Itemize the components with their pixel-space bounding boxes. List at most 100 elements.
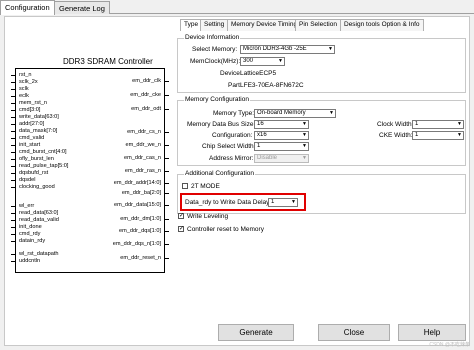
right-pin-label: em_ddr_clk bbox=[132, 78, 161, 84]
right-pin-label: em_ddr_reset_n bbox=[120, 255, 161, 261]
right-pin-label: em_ddr_dm[1:0] bbox=[120, 216, 161, 222]
pin-tick bbox=[164, 244, 169, 245]
chevron-down-icon: ▼ bbox=[328, 46, 333, 52]
left-pin-label: init_done bbox=[19, 224, 42, 230]
right-tab-setting[interactable]: Setting bbox=[200, 19, 229, 31]
pin-tick bbox=[11, 220, 16, 221]
right-pin-label: em_ddr_we_n bbox=[125, 142, 161, 148]
controller-block: rst_n sclk_2x sclk eclk mem_rst_n cmd[3:0] wri… bbox=[11, 68, 169, 273]
help-button[interactable]: Help bbox=[398, 324, 466, 341]
pin-tick bbox=[11, 75, 16, 76]
left-pin-label: datain_rdy bbox=[19, 238, 46, 244]
pin-tick bbox=[11, 180, 16, 181]
right-pin-label: em_ddr_ba[2:0] bbox=[121, 190, 161, 196]
part-value: LFE3-70EA-8FN672C bbox=[240, 82, 304, 89]
pin-tick bbox=[11, 103, 16, 104]
pin-tick bbox=[11, 110, 16, 111]
right-pin-label: em_ddr_data[15:0] bbox=[114, 202, 161, 208]
address-mirror-dropdown: Disable ▼ bbox=[254, 154, 309, 163]
pin-tick bbox=[11, 241, 16, 242]
delay-dropdown[interactable]: 1 ▼ bbox=[268, 198, 298, 207]
left-pin-label: ofly_burst_len bbox=[19, 156, 54, 162]
right-tab-timing[interactable]: Memory Device Timing bbox=[227, 19, 302, 31]
2t-mode-checkbox[interactable] bbox=[182, 183, 188, 189]
left-pin-label: dqsdel bbox=[19, 177, 36, 183]
chevron-down-icon: ▼ bbox=[302, 143, 307, 149]
pin-tick bbox=[11, 152, 16, 153]
left-pin-label: rst_n bbox=[19, 72, 32, 78]
memory-config-title: Memory Configuration bbox=[184, 96, 250, 103]
configuration-dropdown[interactable]: x16 ▼ bbox=[254, 131, 309, 140]
pin-tick bbox=[11, 187, 16, 188]
chevron-down-icon: ▼ bbox=[302, 132, 307, 138]
top-tabbar: Configuration Generate Log bbox=[0, 0, 474, 15]
left-pin-label: sclk bbox=[19, 86, 29, 92]
left-pin-label: cmd_valid bbox=[19, 135, 45, 141]
chip-select-dropdown[interactable]: 1 ▼ bbox=[254, 142, 309, 151]
pin-tick bbox=[11, 131, 16, 132]
device-value: LatticeECP5 bbox=[240, 70, 277, 77]
watermark: CSDN @不吃辣条 bbox=[429, 342, 470, 348]
pin-tick bbox=[11, 145, 16, 146]
left-pin-label: sclk_2x bbox=[19, 79, 38, 85]
pin-tick bbox=[164, 219, 169, 220]
pin-tick bbox=[11, 227, 16, 228]
left-pin-label: mem_rst_n bbox=[19, 100, 47, 106]
device-info-title: Device Information bbox=[184, 34, 241, 41]
bus-size-dropdown[interactable]: 16 ▼ bbox=[254, 120, 309, 129]
pin-tick bbox=[164, 158, 169, 159]
pin-tick bbox=[11, 261, 16, 262]
chevron-down-icon: ▼ bbox=[302, 155, 307, 161]
generate-button[interactable]: Generate bbox=[218, 324, 294, 341]
pin-tick bbox=[11, 159, 16, 160]
clock-width-label: Clock Width: bbox=[377, 121, 414, 128]
write-leveling-checkbox[interactable]: ✓ bbox=[178, 213, 184, 219]
cke-width-label: CKE Width: bbox=[379, 132, 413, 139]
right-tab-type[interactable]: Type bbox=[180, 19, 203, 31]
configuration-label: Configuration: bbox=[212, 132, 253, 139]
right-pin-label: em_ddr_cas_n bbox=[123, 155, 161, 161]
right-pin-label: em_ddr_odt bbox=[131, 106, 161, 112]
pin-tick bbox=[164, 145, 169, 146]
left-pin-label: uddcntln bbox=[19, 258, 41, 264]
left-pin-label: wl_err bbox=[19, 203, 35, 209]
address-mirror-label: Address Mirror: bbox=[209, 155, 254, 162]
pin-tick bbox=[164, 231, 169, 232]
pin-tick bbox=[164, 193, 169, 194]
chip-select-label: Chip Select Width: bbox=[202, 143, 256, 150]
memclock-label: MemClock(MHz): bbox=[190, 58, 241, 65]
bus-size-label: Memory Data Bus Size: bbox=[187, 121, 256, 128]
left-pin-label: wl_rst_datapath bbox=[19, 251, 59, 257]
left-pin-label: read_data_valid bbox=[19, 217, 59, 223]
pin-tick bbox=[164, 183, 169, 184]
left-pin-label: dqsbufd_rst bbox=[19, 170, 49, 176]
pin-tick bbox=[164, 171, 169, 172]
device-label: Device: bbox=[220, 70, 242, 77]
close-button[interactable]: Close bbox=[318, 324, 390, 341]
pin-tick bbox=[11, 213, 16, 214]
pin-tick bbox=[11, 254, 16, 255]
cke-width-dropdown[interactable]: 1 ▼ bbox=[412, 131, 464, 140]
pin-tick bbox=[164, 205, 169, 206]
left-pin-label: write_data[63:0] bbox=[19, 114, 59, 120]
pin-tick bbox=[11, 96, 16, 97]
delay-label: Data_rdy to Write Data Delay: bbox=[185, 199, 272, 206]
controller-reset-checkbox[interactable]: ✓ bbox=[178, 226, 184, 232]
pin-tick bbox=[164, 132, 169, 133]
memory-type-dropdown[interactable]: On-board Memory ▼ bbox=[254, 109, 336, 118]
pin-tick bbox=[164, 258, 169, 259]
select-memory-dropdown[interactable]: Micron DDR3-4Gb -25E ▼ bbox=[240, 45, 335, 54]
tab-generate-log[interactable]: Generate Log bbox=[54, 1, 110, 14]
pin-tick bbox=[11, 124, 16, 125]
right-tab-pins[interactable]: Pin Selection bbox=[295, 19, 341, 31]
select-memory-label: Select Memory: bbox=[192, 46, 238, 53]
right-pin-label: em_ddr_cke bbox=[130, 92, 161, 98]
tab-configuration[interactable]: Configuration bbox=[0, 0, 55, 15]
memclock-input[interactable]: 300 ▼ bbox=[240, 57, 285, 66]
write-leveling-label: Write Leveling bbox=[187, 213, 229, 220]
left-pin-label: read_data[63:0] bbox=[19, 210, 59, 216]
right-pin-label: em_ddr_addr[14:0] bbox=[113, 180, 161, 186]
right-tab-design-tools[interactable]: Design tools Option & Info bbox=[340, 19, 424, 31]
clock-width-dropdown[interactable]: 1 ▼ bbox=[412, 120, 464, 129]
left-pin-label: data_mask[7:0] bbox=[19, 128, 58, 134]
